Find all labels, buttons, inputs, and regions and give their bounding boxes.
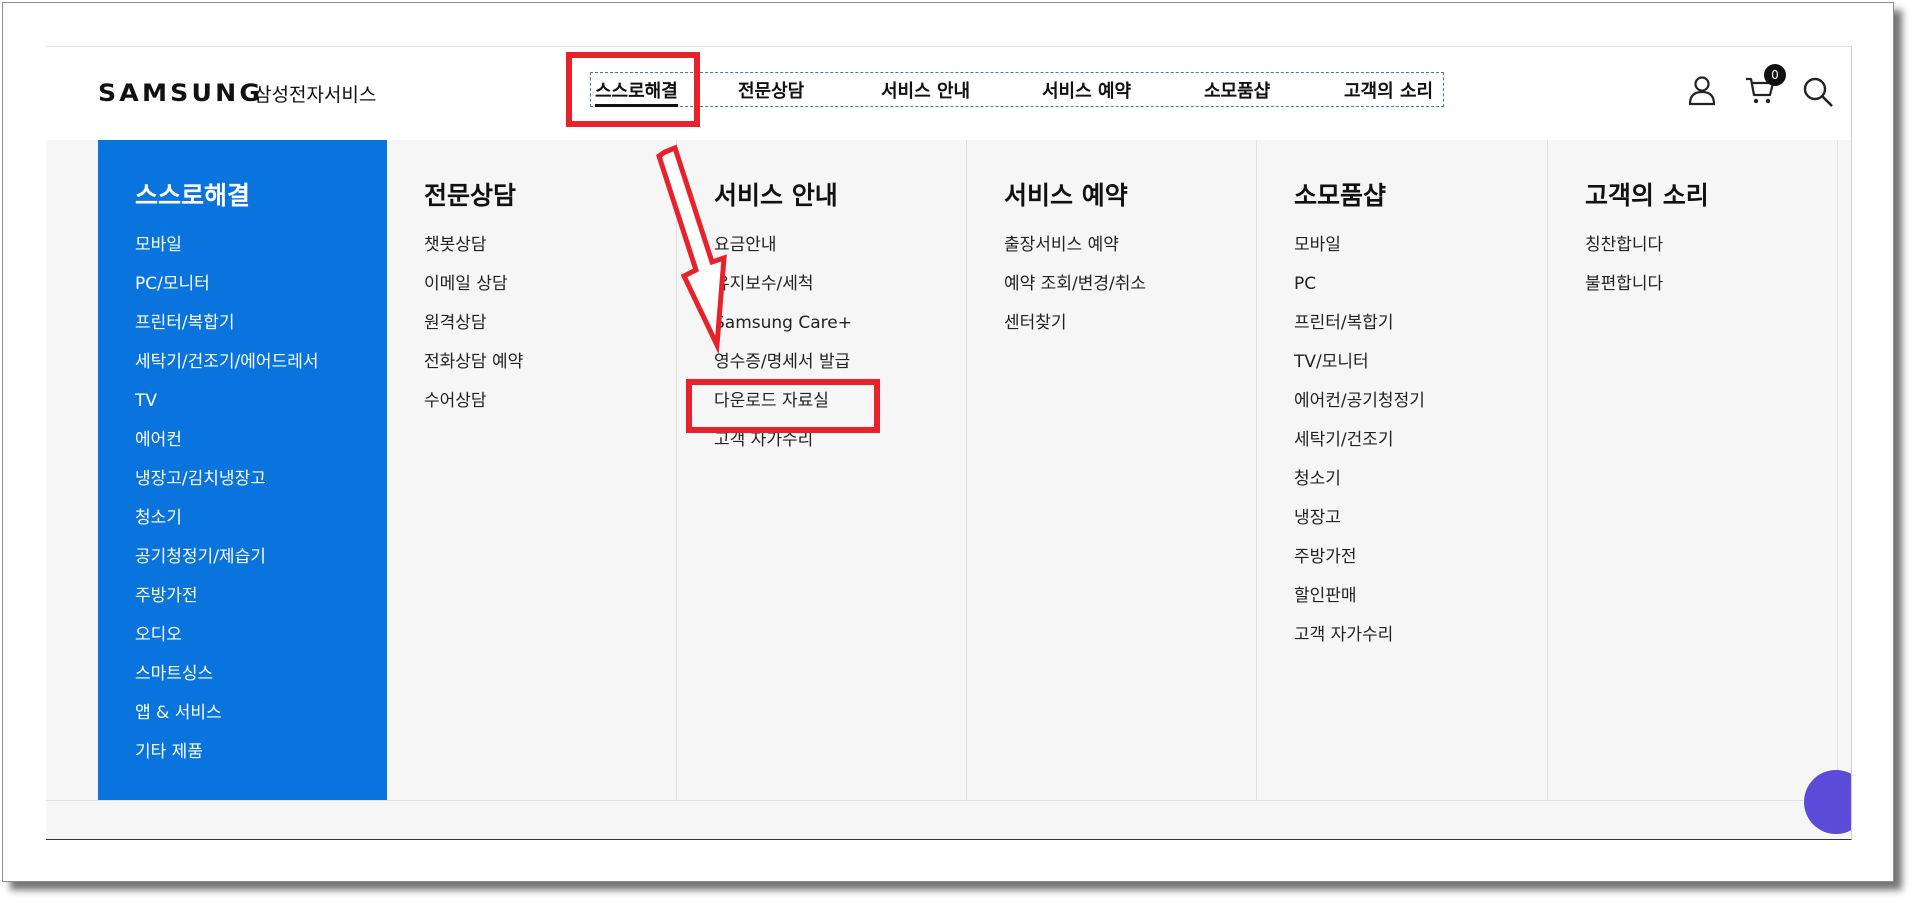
column-title[interactable]: 스스로해결 [135, 176, 250, 212]
list-item[interactable]: 앱 & 서비스 [135, 703, 319, 742]
list-item[interactable]: 유지보수/세척 [714, 274, 852, 313]
list-item[interactable]: PC [1294, 274, 1425, 313]
list-item[interactable]: 냉장고 [1294, 508, 1425, 547]
list-item[interactable]: 청소기 [135, 508, 319, 547]
site-header: SAMSUNG 삼성전자서비스 스스로해결 전문상담 서비스 안내 서비스 예약… [46, 47, 1851, 140]
list-item[interactable]: 냉장고/김치냉장고 [135, 469, 319, 508]
list-item[interactable]: PC/모니터 [135, 274, 319, 313]
list-item[interactable]: 주방가전 [1294, 547, 1425, 586]
browser-viewport: SAMSUNG 삼성전자서비스 스스로해결 전문상담 서비스 안내 서비스 예약… [46, 46, 1852, 840]
list-item[interactable]: 프린터/복합기 [1294, 313, 1425, 352]
list-item[interactable]: 예약 조회/변경/취소 [1004, 274, 1146, 313]
column-title[interactable]: 서비스 안내 [714, 176, 838, 212]
list-item[interactable]: 세탁기/건조기/에어드레서 [135, 352, 319, 391]
list-item[interactable]: 센터찾기 [1004, 313, 1146, 352]
nav-item-shop[interactable]: 소모품샵 [1204, 77, 1270, 103]
main-nav: 스스로해결 전문상담 서비스 안내 서비스 예약 소모품샵 고객의 소리 [590, 72, 1444, 107]
list-item[interactable]: 고객 자가수리 [1294, 625, 1425, 664]
column-title[interactable]: 고객의 소리 [1585, 176, 1709, 212]
column-title[interactable]: 소모품샵 [1294, 176, 1386, 212]
list-item[interactable]: 공기청정기/제습기 [135, 547, 319, 586]
highlight-box-nav [566, 52, 700, 127]
page-content-strip [46, 800, 1851, 839]
list-item[interactable]: 칭찬합니다 [1585, 235, 1663, 274]
logo-subtitle[interactable]: 삼성전자서비스 [254, 80, 376, 107]
list-item[interactable]: 고객 자가수리 [714, 430, 852, 469]
list-item[interactable]: 불편합니다 [1585, 274, 1663, 313]
list-item[interactable]: 에어컨 [135, 430, 319, 469]
column-list: 모바일 PC/모니터 프린터/복합기 세탁기/건조기/에어드레서 TV 에어컨 … [135, 235, 319, 781]
menu-column-self-solve: 스스로해결 모바일 PC/모니터 프린터/복합기 세탁기/건조기/에어드레서 T… [98, 140, 387, 800]
samsung-logo[interactable]: SAMSUNG [98, 79, 263, 107]
list-item[interactable]: 원격상담 [424, 313, 523, 352]
list-item[interactable]: 에어컨/공기청정기 [1294, 391, 1425, 430]
list-item[interactable]: 오디오 [135, 625, 319, 664]
list-item[interactable]: 이메일 상담 [424, 274, 523, 313]
list-item[interactable]: 모바일 [135, 235, 319, 274]
search-icon[interactable] [1802, 76, 1834, 108]
menu-column-consult: 전문상담 챗봇상담 이메일 상담 원격상담 전화상담 예약 수어상담 [387, 140, 677, 800]
column-list: 칭찬합니다 불편합니다 [1585, 235, 1663, 313]
nav-item-reservation[interactable]: 서비스 예약 [1042, 77, 1131, 103]
list-item[interactable]: 프린터/복합기 [135, 313, 319, 352]
nav-item-service-info[interactable]: 서비스 안내 [881, 77, 970, 103]
menu-column-service-info: 서비스 안내 요금안내 유지보수/세척 Samsung Care+ 영수증/명세… [677, 140, 967, 800]
list-item[interactable]: Samsung Care+ [714, 313, 852, 352]
column-list: 출장서비스 예약 예약 조회/변경/취소 센터찾기 [1004, 235, 1146, 352]
column-title[interactable]: 전문상담 [424, 176, 516, 212]
menu-column-shop: 소모품샵 모바일 PC 프린터/복합기 TV/모니터 에어컨/공기청정기 세탁기… [1257, 140, 1548, 800]
list-item[interactable]: 스마트싱스 [135, 664, 319, 703]
column-list: 요금안내 유지보수/세척 Samsung Care+ 영수증/명세서 발급 다운… [714, 235, 852, 469]
list-item[interactable]: 요금안내 [714, 235, 852, 274]
list-item[interactable]: TV [135, 391, 319, 430]
user-icon[interactable] [1686, 74, 1718, 106]
list-item[interactable]: 할인판매 [1294, 586, 1425, 625]
list-item[interactable]: TV/모니터 [1294, 352, 1425, 391]
list-item[interactable]: 챗봇상담 [424, 235, 523, 274]
mega-menu: 스스로해결 모바일 PC/모니터 프린터/복합기 세탁기/건조기/에어드레서 T… [46, 140, 1851, 800]
highlight-box-download [686, 379, 880, 433]
column-title[interactable]: 서비스 예약 [1004, 176, 1128, 212]
list-item[interactable]: 기타 제품 [135, 742, 319, 781]
list-item[interactable]: 청소기 [1294, 469, 1425, 508]
nav-item-consult[interactable]: 전문상담 [738, 77, 804, 103]
list-item[interactable]: 전화상담 예약 [424, 352, 523, 391]
list-item[interactable]: 주방가전 [135, 586, 319, 625]
nav-item-voice[interactable]: 고객의 소리 [1344, 77, 1433, 103]
menu-column-reservation: 서비스 예약 출장서비스 예약 예약 조회/변경/취소 센터찾기 [967, 140, 1257, 800]
list-item[interactable]: 모바일 [1294, 235, 1425, 274]
column-list: 모바일 PC 프린터/복합기 TV/모니터 에어컨/공기청정기 세탁기/건조기 … [1294, 235, 1425, 664]
column-list: 챗봇상담 이메일 상담 원격상담 전화상담 예약 수어상담 [424, 235, 523, 430]
list-item[interactable]: 세탁기/건조기 [1294, 430, 1425, 469]
list-item[interactable]: 출장서비스 예약 [1004, 235, 1146, 274]
list-item[interactable]: 수어상담 [424, 391, 523, 430]
cart-count-badge: 0 [1764, 64, 1786, 86]
menu-column-voice: 고객의 소리 칭찬합니다 불편합니다 [1548, 140, 1838, 800]
